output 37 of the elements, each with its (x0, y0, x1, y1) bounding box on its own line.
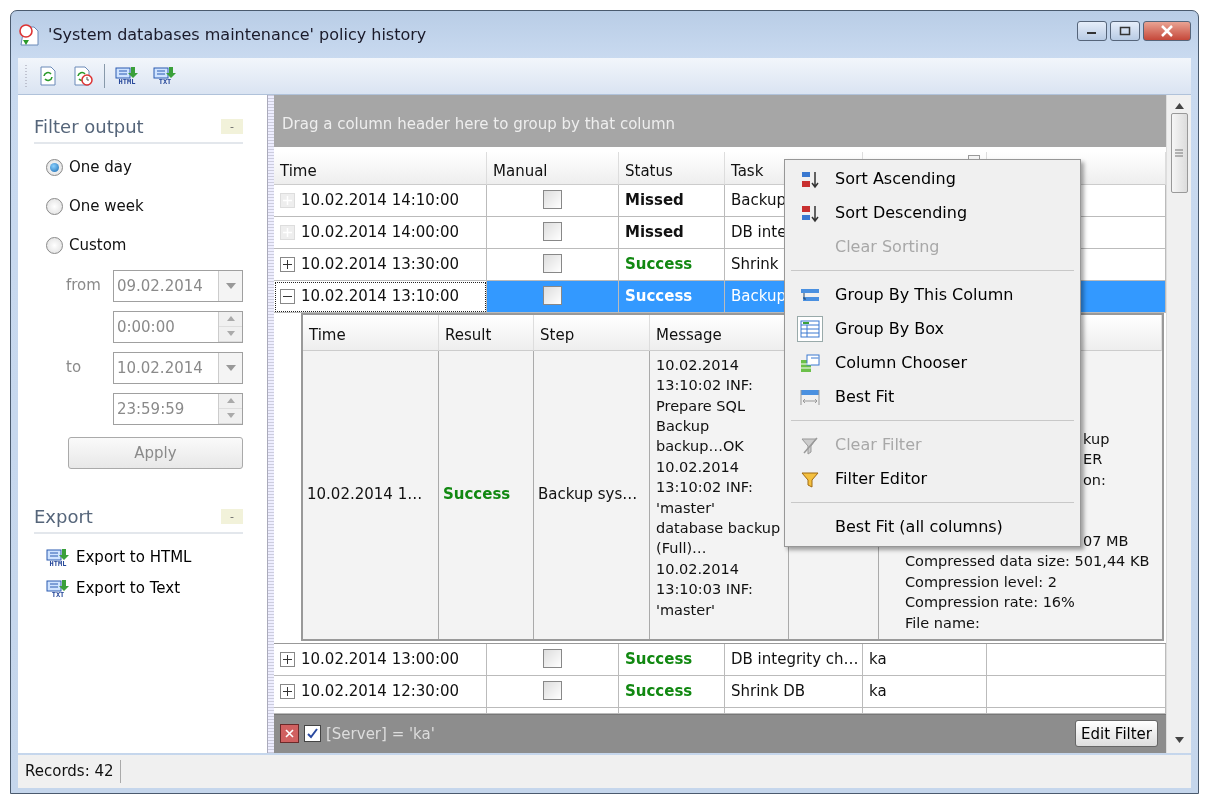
table-cell-text: 10.02.2014 13:00:00 (301, 649, 460, 670)
table-cell-text: 07 MB (1083, 531, 1129, 551)
table-cell-text: 10.02.2014 13:30:00 (301, 254, 460, 275)
status-text: Success (625, 681, 693, 700)
field-label: to (65, 357, 83, 379)
table-cell-text: 10.02.2014 1… (307, 484, 423, 506)
group-panel: Drag a column header here to group by that column (274, 95, 1166, 148)
table-cell: ka (869, 649, 887, 668)
table-cell: ka (869, 681, 887, 700)
status-text: Missed (625, 222, 684, 241)
table-cell-text: 10.02.2014 12:30:00 (301, 681, 460, 702)
table-cell-text: 10.02.2014 14:00:00 (301, 222, 460, 243)
status-text: Success (625, 286, 693, 305)
table-cell-text: Backup sys… (538, 484, 638, 506)
table-cell-text: Compressed data size: 501,44 KB Compression level: 2 Compression rate: 16% File name: (905, 552, 1151, 633)
field-label: from (65, 275, 102, 297)
group-title: Export (34, 505, 93, 529)
filter-text: [Server] = 'ka' (326, 723, 435, 745)
status-text: Success (625, 649, 693, 668)
table-cell: Shrink (731, 254, 779, 273)
table-cell: Shrink DB (731, 681, 806, 700)
table-cell: DB integrity ch… (731, 649, 859, 668)
table-cell-text: 10.02.2014 13:10:00 (301, 286, 460, 307)
message-text: 10.02.2014 13:10:02 INF: Prepare SQL Backup backup…OK 10.02.2014 13:10:02 INF: 'master' database backup (Full)… 10.02.2014 13:10:03 INF: 'master' (655, 355, 782, 620)
table-cell-text: kup ER on: (1083, 429, 1110, 490)
status-text: Missed (625, 190, 684, 209)
record-count: Records: 42 (25, 760, 121, 783)
window-title: 'System databases maintenance' policy history (48, 23, 427, 46)
table-cell: Backup (731, 190, 786, 209)
radio-label: Custom (69, 235, 127, 257)
radio-label: One week (69, 196, 144, 218)
status-text: Success (625, 254, 693, 273)
group-title: Filter output (34, 115, 144, 139)
table-cell-text: 10.02.2014 14:10:00 (301, 190, 460, 211)
table-cell: Backup (731, 286, 786, 305)
radio-label: One day (69, 157, 132, 179)
status-text: Success (443, 484, 511, 506)
